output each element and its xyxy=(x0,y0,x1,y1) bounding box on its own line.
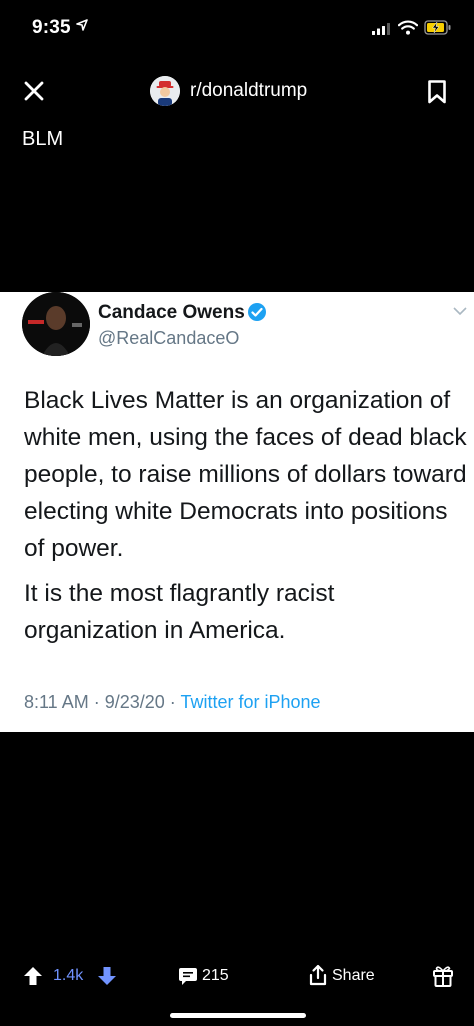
tweet-paragraph: It is the most flagrantly racist organiz… xyxy=(24,580,335,644)
subreddit-avatar[interactable] xyxy=(150,76,180,106)
tweet-author-handle: @RealCandaceO xyxy=(98,328,240,348)
share-button[interactable]: Share xyxy=(332,967,375,985)
home-indicator[interactable] xyxy=(170,1013,306,1018)
nav-bar: r/donaldtrump xyxy=(0,68,474,118)
subreddit-name[interactable]: r/donaldtrump xyxy=(190,80,307,102)
gift-icon[interactable] xyxy=(432,964,454,988)
comment-icon[interactable] xyxy=(178,966,198,986)
tweet-author-name: Candace Owens xyxy=(98,302,245,323)
share-icon[interactable] xyxy=(308,964,328,986)
chevron-down-icon xyxy=(453,307,467,316)
status-bar: 9:35 xyxy=(0,0,474,56)
bookmark-icon[interactable] xyxy=(427,79,447,105)
wifi-icon xyxy=(398,20,418,35)
tweet-source: Twitter for iPhone xyxy=(180,692,321,712)
verified-badge-icon xyxy=(248,303,266,321)
status-time: 9:35 xyxy=(32,17,71,38)
tweet-metadata: 8:11 AM · 9/23/20 · Twitter for iPhone xyxy=(24,692,321,713)
upvote-icon[interactable] xyxy=(22,965,44,987)
tweet-text: Black Lives Matter is an organization of… xyxy=(24,382,470,657)
tweet-paragraph: Black Lives Matter is an organization of… xyxy=(24,387,467,562)
downvote-icon[interactable] xyxy=(96,965,118,987)
location-arrow-icon xyxy=(76,19,88,31)
tweet-author-avatar xyxy=(22,292,90,356)
tweet-timestamp: 8:11 AM · 9/23/20 · xyxy=(24,692,181,712)
vote-count: 1.4k xyxy=(53,967,84,984)
post-title: BLM xyxy=(22,128,64,150)
comment-count: 215 xyxy=(202,967,229,984)
tweet-image[interactable]: Candace Owens @RealCandaceO Black Lives … xyxy=(0,292,474,732)
cellular-signal-icon xyxy=(372,23,390,35)
close-icon[interactable] xyxy=(22,79,46,103)
battery-charging-icon xyxy=(424,20,451,35)
post-action-bar: 1.4k 215 Share xyxy=(0,955,474,999)
